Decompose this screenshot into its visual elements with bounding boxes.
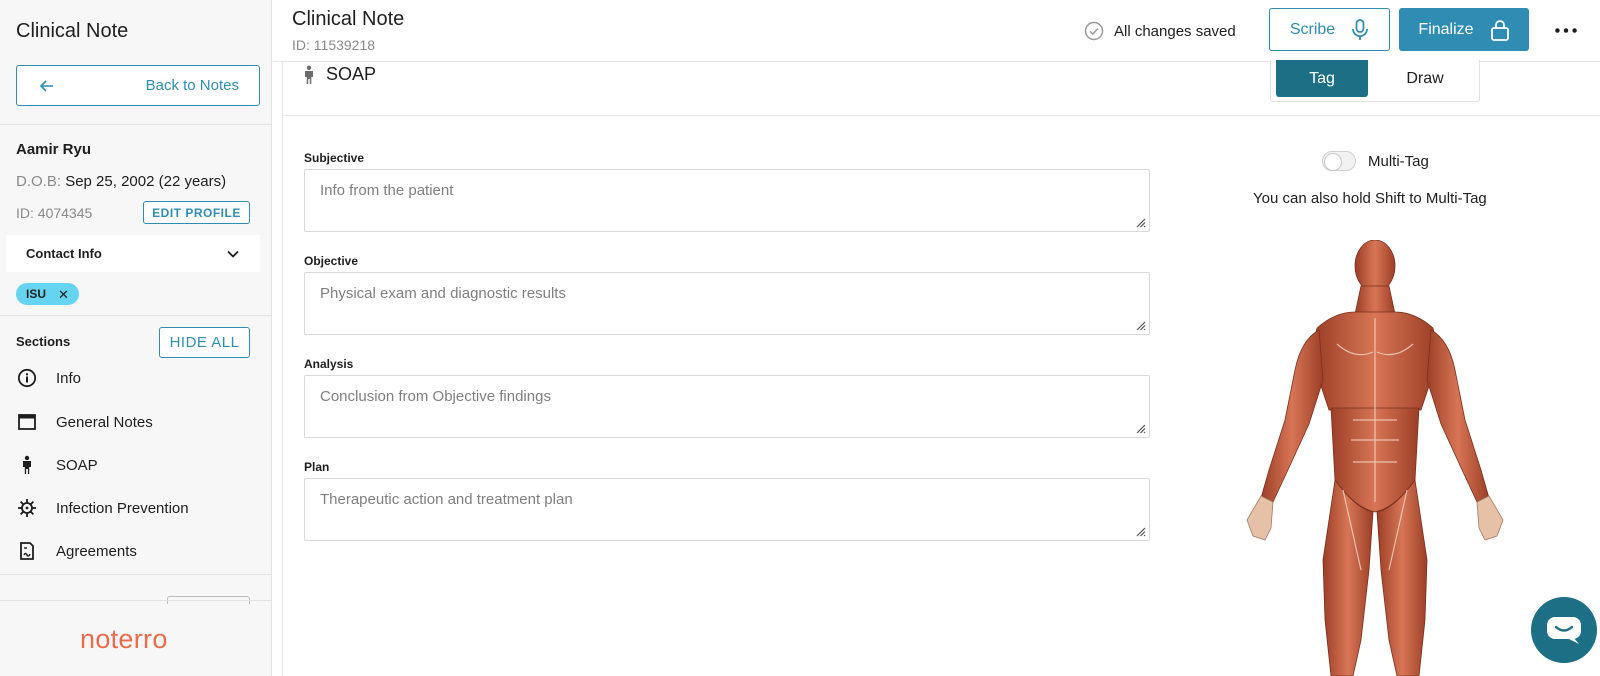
sidebar-item-agreements[interactable]: Agreements (16, 537, 137, 565)
subjective-label: Subjective (304, 151, 365, 165)
save-status: All changes saved (1084, 21, 1236, 41)
info-icon (16, 367, 38, 389)
microphone-icon (1352, 18, 1369, 40)
section-divider (283, 115, 1600, 116)
objective-label: Objective (304, 254, 359, 268)
objective-field[interactable]: Physical exam and diagnostic results (304, 272, 1150, 335)
sidebar-item-soap[interactable]: SOAP (16, 451, 98, 479)
resize-handle-icon[interactable] (1134, 319, 1146, 331)
more-options-icon[interactable] (1552, 18, 1580, 42)
window-icon (16, 411, 38, 433)
check-circle-icon (1084, 21, 1104, 41)
tag-chip-label: ISU (26, 287, 47, 301)
person-icon (305, 65, 313, 84)
multi-tag-toggle-row: Multi-Tag (1322, 151, 1429, 171)
patient-dob: D.O.B: Sep 25, 2002 (22 years) (16, 173, 226, 190)
patient-name: Aamir Ryu (16, 141, 92, 158)
divider (0, 574, 272, 575)
person-icon (16, 454, 38, 476)
plan-placeholder: Therapeutic action and treatment plan (320, 491, 573, 508)
subjective-placeholder: Info from the patient (320, 182, 454, 199)
multi-tag-label: Multi-Tag (1368, 152, 1429, 170)
back-to-notes-button[interactable]: Back to Notes (16, 65, 260, 106)
resize-handle-icon[interactable] (1134, 525, 1146, 537)
resize-handle-icon[interactable] (1134, 422, 1146, 434)
sections-label: Sections (16, 334, 71, 349)
mode-toggle: Tag Draw (1270, 60, 1480, 102)
chat-icon (1547, 617, 1581, 644)
sidebar-item-info[interactable]: Info (16, 364, 81, 392)
chat-support-button[interactable] (1531, 597, 1597, 663)
sidebar-title: Clinical Note (16, 20, 129, 42)
finalize-label: Finalize (1418, 20, 1474, 38)
finalize-button[interactable]: Finalize (1399, 8, 1529, 51)
sidebar-item-label: Infection Prevention (56, 499, 189, 517)
sidebar-item-infection-prevention[interactable]: Infection Prevention (16, 494, 189, 522)
arrow-left-icon (39, 79, 53, 92)
contact-info-label: Contact Info (26, 246, 102, 261)
sidebar-item-label: SOAP (56, 456, 98, 474)
analysis-label: Analysis (304, 357, 354, 371)
tab-draw[interactable]: Draw (1375, 60, 1475, 97)
sidebar-item-label: General Notes (56, 413, 153, 431)
patient-id: ID: 4074345 (16, 205, 93, 221)
tab-tag[interactable]: Tag (1276, 60, 1368, 97)
chevron-down-icon (227, 250, 239, 258)
tag-chip: ISU ✕ (16, 283, 79, 305)
save-status-text: All changes saved (1114, 22, 1236, 40)
sidebar-item-label: Agreements (56, 542, 137, 560)
dob-label: D.O.B: (16, 173, 62, 190)
sidebar-item-general-notes[interactable]: General Notes (16, 408, 153, 436)
multi-tag-hint: You can also hold Shift to Multi-Tag (1253, 190, 1487, 207)
multi-tag-switch[interactable] (1322, 151, 1356, 171)
anatomy-body-diagram[interactable] (1225, 240, 1525, 676)
scribe-label: Scribe (1289, 20, 1336, 38)
analysis-placeholder: Conclusion from Objective findings (320, 388, 551, 405)
divider (0, 124, 272, 125)
close-icon[interactable]: ✕ (58, 288, 69, 301)
note-id: ID: 11539218 (292, 37, 376, 53)
back-to-notes-label: Back to Notes (145, 77, 239, 94)
dob-value: Sep 25, 2002 (22 years) (65, 173, 227, 190)
analysis-field[interactable]: Conclusion from Objective findings (304, 375, 1150, 438)
page-title: Clinical Note (292, 8, 405, 30)
sidebar: Clinical Note Back to Notes Aamir Ryu D.… (0, 0, 272, 676)
divider (0, 600, 272, 601)
virus-icon (16, 497, 38, 519)
noterro-logo: noterro (80, 624, 168, 654)
soap-title: SOAP (326, 64, 377, 84)
objective-placeholder: Physical exam and diagnostic results (320, 285, 566, 302)
divider (0, 315, 272, 316)
plan-label: Plan (304, 460, 330, 474)
contact-info-toggle[interactable]: Contact Info (6, 235, 260, 272)
soap-section-header: SOAP (302, 64, 376, 85)
edit-profile-button[interactable]: EDIT PROFILE (143, 201, 250, 224)
content-border (282, 62, 283, 676)
sidebar-item-label: Info (56, 369, 82, 387)
document-icon (16, 540, 38, 562)
subjective-field[interactable]: Info from the patient (304, 169, 1150, 232)
lock-icon (1490, 19, 1509, 41)
hide-all-button[interactable]: HIDE ALL (159, 327, 250, 358)
plan-field[interactable]: Therapeutic action and treatment plan (304, 478, 1150, 541)
scribe-button[interactable]: Scribe (1269, 8, 1390, 51)
resize-handle-icon[interactable] (1134, 216, 1146, 228)
